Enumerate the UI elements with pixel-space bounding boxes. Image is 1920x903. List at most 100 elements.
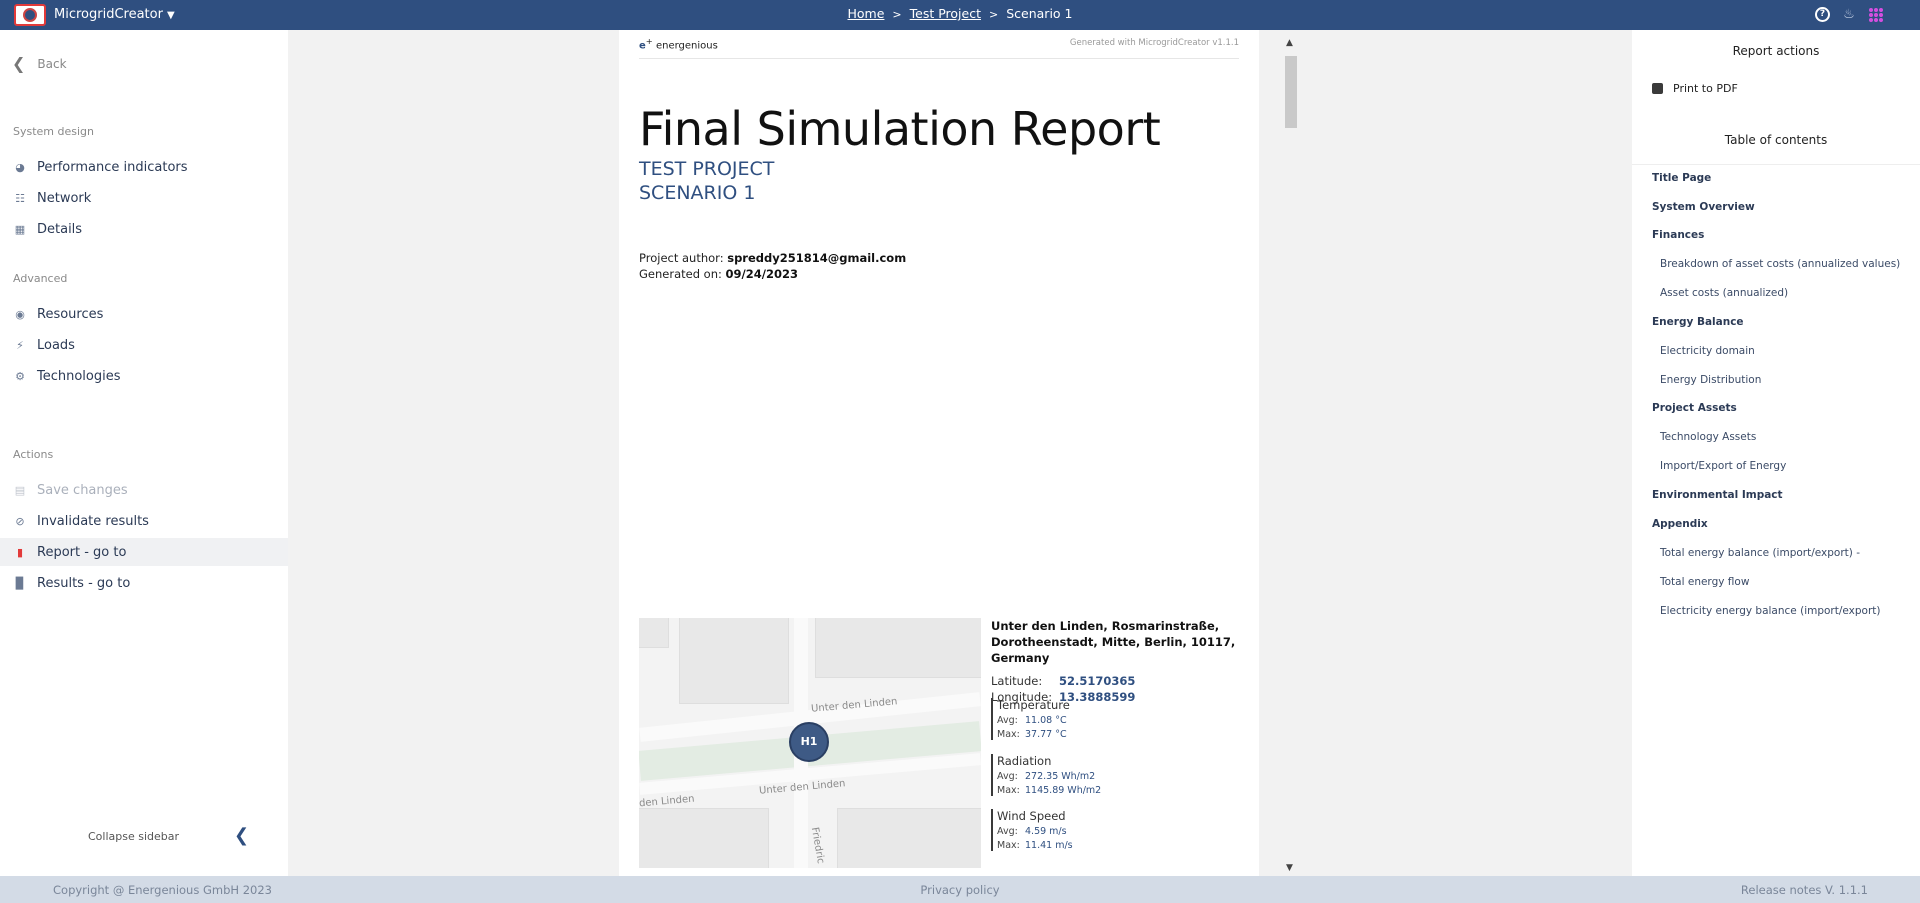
toc-total-energy-flow[interactable]: Total energy flow: [1660, 576, 1749, 588]
project-author: Project author: spreddy251814@gmail.com: [639, 251, 906, 265]
gears-icon: ⚙: [15, 369, 25, 383]
radiation-block: Radiation Avg: 272.35 Wh/m2 Max: 1145.89 W…: [991, 754, 1101, 796]
sidebar-item-resources[interactable]: ◉ Resources: [0, 300, 288, 328]
top-bar: MicrogridCreator ▼ Home > Test Project > Scen…: [0, 0, 1920, 30]
breadcrumb-separator: >: [892, 8, 902, 21]
release-notes-link[interactable]: Release notes V. 1.1.1: [1741, 883, 1868, 897]
print-to-pdf-button[interactable]: Print to PDF: [1652, 82, 1738, 95]
chevron-left-icon[interactable]: ❮: [234, 825, 249, 846]
latitude-label: Latitude:: [991, 674, 1043, 688]
report-go-to-button[interactable]: ▮ Report - go to: [0, 538, 288, 566]
weather-title: Temperature: [997, 698, 1070, 712]
help-icon[interactable]: ?: [1815, 7, 1830, 22]
toc-asset-costs[interactable]: Asset costs (annualized): [1660, 287, 1788, 299]
weather-avg: Avg: 4.59 m/s: [997, 826, 1073, 837]
toc-electricity-domain[interactable]: Electricity domain: [1660, 345, 1755, 357]
save-changes-button[interactable]: ▤ Save changes: [0, 476, 288, 504]
toc-energy-balance[interactable]: Energy Balance: [1652, 316, 1744, 328]
temperature-block: Temperature Avg: 11.08 °C Max: 37.77 °C: [991, 698, 1070, 740]
toc-appendix[interactable]: Appendix: [1652, 518, 1708, 530]
max-label: Max:: [997, 785, 1020, 796]
report-actions-panel: Report actions Print to PDF Table of con…: [1632, 30, 1920, 876]
max-label: Max:: [997, 840, 1020, 851]
scroll-up-icon[interactable]: ▲: [1286, 38, 1293, 48]
toc-system-overview[interactable]: System Overview: [1652, 201, 1755, 213]
generated-on: Generated on: 09/24/2023: [639, 267, 798, 281]
invalidate-results-button[interactable]: ⊘ Invalidate results: [0, 507, 288, 535]
weather-title: Wind Speed: [997, 809, 1066, 823]
wind-speed-block: Wind Speed Avg: 4.59 m/s Max: 11.41 m/s: [991, 809, 1073, 851]
generated-value: 09/24/2023: [725, 267, 798, 281]
toc-import-export[interactable]: Import/Export of Energy: [1660, 460, 1786, 472]
apps-icon[interactable]: [1868, 7, 1884, 23]
map-marker[interactable]: H1: [789, 722, 829, 762]
scroll-down-icon[interactable]: ▼: [1286, 863, 1293, 873]
breadcrumb: Home > Test Project > Scenario 1: [0, 6, 1920, 21]
privacy-policy-link[interactable]: Privacy policy: [0, 883, 1920, 897]
save-icon: [1652, 83, 1663, 94]
weather-max: Max: 11.41 m/s: [997, 840, 1073, 851]
breadcrumb-home[interactable]: Home: [848, 6, 885, 21]
divider: [639, 58, 1239, 59]
breadcrumb-scenario: Scenario 1: [1006, 6, 1073, 21]
toc-title: Table of contents: [1724, 133, 1828, 147]
results-go-to-button[interactable]: ▉ Results - go to: [0, 569, 288, 597]
toc-environmental-impact[interactable]: Environmental Impact: [1652, 489, 1783, 501]
report-scrollbar[interactable]: ▲ ▼: [1283, 38, 1298, 873]
avg-value: 4.59 m/s: [1025, 826, 1067, 837]
footer: Copyright @ Energenious GmbH 2023 Privac…: [0, 876, 1920, 903]
chevron-left-icon: ❮: [12, 54, 26, 73]
weather-max: Max: 1145.89 Wh/m2: [997, 785, 1101, 796]
scroll-thumb[interactable]: [1285, 56, 1297, 128]
weather-max: Max: 37.77 °C: [997, 729, 1070, 740]
location-map[interactable]: Unter den Linden Unter den Linden den Li…: [639, 618, 981, 868]
toc-energy-distribution[interactable]: Energy Distribution: [1660, 374, 1761, 386]
toc-finances[interactable]: Finances: [1652, 229, 1704, 241]
generated-label: Generated on:: [639, 267, 722, 281]
sidebar-item-loads[interactable]: ⚡ Loads: [0, 331, 288, 359]
back-label: Back: [37, 56, 67, 71]
globe-icon: ◉: [15, 307, 25, 321]
scenario-name: SCENARIO 1: [639, 182, 756, 204]
section-actions: Actions: [13, 448, 54, 461]
report-page: e+ energenious Generated with MicrogridC…: [619, 30, 1259, 876]
sidebar-item-details[interactable]: ▦ Details: [0, 215, 288, 243]
latitude-row: Latitude: 52.5170365: [991, 674, 1251, 688]
latitude-value: 52.5170365: [1059, 674, 1136, 688]
sidebar-item-technologies[interactable]: ⚙ Technologies: [0, 362, 288, 390]
longitude-value: 13.3888599: [1059, 690, 1136, 704]
toc-project-assets[interactable]: Project Assets: [1652, 402, 1737, 414]
sidebar-item-label: Details: [37, 221, 83, 237]
toc-breakdown-asset-costs[interactable]: Breakdown of asset costs (annualized val…: [1660, 258, 1900, 270]
save-icon: ▤: [14, 483, 26, 497]
weather-title: Radiation: [997, 754, 1052, 768]
section-system-design: System design: [13, 125, 95, 138]
sidebar-item-label: Report - go to: [37, 544, 127, 560]
sidebar-item-label: Technologies: [37, 368, 121, 384]
toc-technology-assets[interactable]: Technology Assets: [1660, 431, 1756, 443]
collapse-sidebar-label[interactable]: Collapse sidebar: [88, 830, 179, 843]
back-button[interactable]: ❮ Back: [12, 54, 67, 73]
sidebar-item-performance-indicators[interactable]: ◕ Performance indicators: [0, 153, 288, 181]
sidebar-item-network[interactable]: ☷ Network: [0, 184, 288, 212]
report-actions-title: Report actions: [1732, 44, 1820, 58]
network-icon: ☷: [15, 191, 25, 205]
report-title: Final Simulation Report: [639, 102, 1161, 156]
max-value: 1145.89 Wh/m2: [1025, 785, 1102, 796]
toc-title-page[interactable]: Title Page: [1652, 172, 1711, 184]
energenious-logo: e+ energenious: [639, 36, 718, 52]
toc-total-energy-balance[interactable]: Total energy balance (import/export) -: [1660, 547, 1860, 559]
report-viewer: e+ energenious Generated with MicrogridC…: [288, 30, 1723, 876]
weather-avg: Avg: 11.08 °C: [997, 715, 1070, 726]
location-info: Unter den Linden, Rosmarinstraße, Doroth…: [991, 618, 1251, 704]
author-value: spreddy251814@gmail.com: [727, 251, 907, 265]
toc-electricity-energy-balance[interactable]: Electricity energy balance (import/expor…: [1660, 605, 1881, 617]
bell-icon[interactable]: ♨: [1842, 7, 1856, 22]
max-value: 11.41 m/s: [1025, 840, 1073, 851]
breadcrumb-project[interactable]: Test Project: [910, 6, 981, 21]
sidebar-item-label: Performance indicators: [37, 159, 188, 175]
sidebar-item-label: Resources: [37, 306, 104, 322]
max-label: Max:: [997, 729, 1020, 740]
max-value: 37.77 °C: [1025, 729, 1067, 740]
pie-chart-icon: ◕: [15, 160, 25, 174]
